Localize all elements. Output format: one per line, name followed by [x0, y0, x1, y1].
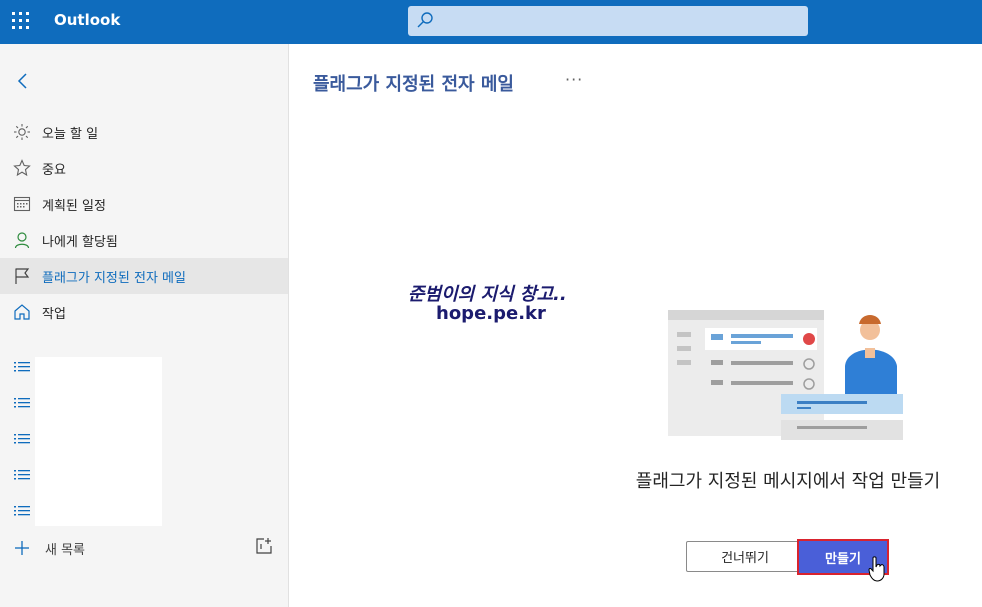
new-list-label: 새 목록	[45, 543, 86, 558]
calendar-icon	[13, 196, 31, 212]
list-icon[interactable]	[13, 503, 31, 519]
new-list-button[interactable]: 새 목록	[0, 534, 288, 564]
redacted-list-names	[35, 357, 162, 526]
sidebar-item-label: 중요	[42, 163, 66, 178]
sidebar-item-flagged-email[interactable]: 플래그가 지정된 전자 메일	[0, 258, 288, 294]
new-group-icon[interactable]	[255, 537, 273, 555]
hand-cursor-icon	[868, 556, 885, 582]
sidebar-item-tasks[interactable]: 작업	[0, 294, 288, 330]
sidebar-item-label: 오늘 할 일	[42, 127, 99, 142]
list-icon[interactable]	[13, 359, 31, 375]
app-launcher-icon[interactable]	[12, 12, 32, 32]
sun-icon	[14, 124, 30, 140]
list-icon[interactable]	[13, 467, 31, 483]
sidebar-item-planned[interactable]: 계획된 일정	[0, 186, 288, 222]
home-icon	[14, 304, 30, 320]
search-icon	[417, 12, 433, 28]
watermark-line2: hope.pe.kr	[436, 303, 546, 324]
skip-button[interactable]: 건너뛰기	[686, 541, 804, 572]
list-icon[interactable]	[13, 431, 31, 447]
sidebar-item-my-day[interactable]: 오늘 할 일	[0, 114, 288, 150]
star-icon	[13, 159, 31, 177]
flagged-email-illustration	[668, 310, 903, 440]
sidebar-item-assigned[interactable]: 나에게 할당됨	[0, 222, 288, 258]
plus-icon	[15, 541, 29, 555]
app-name[interactable]: Outlook	[54, 11, 120, 29]
person-icon	[14, 232, 30, 249]
page-title: 플래그가 지정된 전자 메일	[313, 74, 514, 95]
sidebar-item-label: 작업	[42, 307, 66, 322]
back-chevron-icon[interactable]	[12, 70, 34, 92]
list-icon[interactable]	[13, 395, 31, 411]
flag-icon	[15, 268, 30, 284]
empty-state-message: 플래그가 지정된 메시지에서 작업 만들기	[635, 471, 941, 492]
sidebar-item-label: 플래그가 지정된 전자 메일	[42, 271, 186, 286]
sidebar-item-label: 계획된 일정	[42, 199, 106, 214]
search-input[interactable]	[408, 6, 808, 36]
more-options-button[interactable]: ···	[565, 70, 583, 89]
sidebar: 오늘 할 일 중요 계획된 일정 나에게 할당됨 플래그가 지정된 전자 메일 …	[0, 44, 289, 607]
sidebar-item-label: 나에게 할당됨	[42, 235, 118, 250]
sidebar-item-important[interactable]: 중요	[0, 150, 288, 186]
